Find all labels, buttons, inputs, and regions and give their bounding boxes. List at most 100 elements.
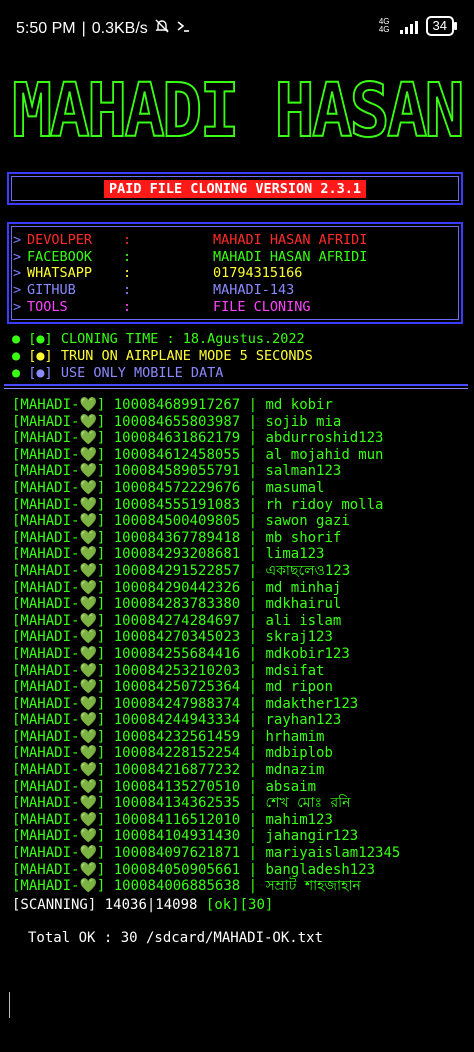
result-tag-close: ] (96, 629, 106, 646)
message-text: USE ONLY MOBILE DATA (60, 365, 224, 381)
result-id: 100084050905661 (113, 861, 241, 878)
green-heart-icon: 💚 (79, 413, 97, 430)
result-name: rayhan123 (265, 712, 342, 729)
result-name: md minhaj (265, 579, 342, 596)
result-tag: [MAHADI- (12, 413, 80, 430)
result-row: [MAHADI-💚] 100084631862179 | abdurroshid… (12, 430, 384, 447)
divider (4, 388, 468, 389)
result-name: শেখ মোঃ রনি (265, 795, 351, 812)
result-row: [MAHADI-💚] 100084134362535 | শেখ মোঃ রনি (12, 795, 351, 812)
result-tag-close: ] (96, 679, 106, 696)
banner-logo: MAHADI HASAN (11, 67, 466, 155)
message-prefix: [●] (28, 365, 53, 381)
arrow-icon: > (13, 282, 22, 298)
result-tag: [MAHADI- (12, 878, 80, 895)
info-key: GITHUB (27, 282, 76, 298)
green-heart-icon: 💚 (79, 845, 97, 862)
result-row: [MAHADI-💚] 100084244943334 | rayhan123 (12, 712, 342, 729)
result-row: [MAHADI-💚] 100084216877232 | mdnazim (12, 762, 325, 779)
result-tag-close: ] (96, 762, 106, 779)
result-name: mdbiplob (265, 745, 333, 762)
result-tag-close: ] (96, 397, 106, 413)
result-name: absaim (265, 778, 317, 795)
info-key: FACEBOOK (27, 249, 93, 265)
result-tag: [MAHADI- (12, 562, 80, 579)
result-row: [MAHADI-💚] 100084293208681 | lima123 (12, 546, 325, 563)
info-value: FILE CLONING (213, 299, 311, 315)
green-heart-icon: 💚 (79, 612, 97, 629)
result-tag-close: ] (96, 463, 106, 480)
result-name: md kobir (265, 397, 333, 413)
message-prefix: [●] (28, 331, 53, 347)
green-heart-icon: 💚 (79, 878, 97, 895)
arrow-icon: > (13, 265, 22, 281)
result-id: 100084290442326 (113, 579, 241, 596)
result-tag-close: ] (96, 413, 106, 430)
result-tag: [MAHADI- (12, 596, 80, 613)
green-heart-icon: 💚 (79, 662, 97, 679)
result-id: 100084135270510 (113, 778, 241, 795)
result-id: 100084293208681 (113, 546, 241, 563)
info-row: > WHATSAPP: 01794315166 (13, 265, 302, 282)
result-id: 100084555191083 (113, 496, 241, 513)
result-tag-close: ] (96, 828, 106, 845)
result-tag-close: ] (96, 529, 106, 546)
result-row: [MAHADI-💚] 100084274284697 | ali islam (12, 612, 342, 629)
result-tag-close: ] (96, 795, 106, 812)
green-heart-icon: 💚 (79, 762, 97, 779)
info-key: TOOLS (27, 299, 68, 315)
result-row: [MAHADI-💚] 100084228152254 | mdbiplob (12, 745, 333, 762)
green-heart-icon: 💚 (79, 579, 97, 596)
result-row: [MAHADI-💚] 100084689917267 | md kobir (12, 397, 333, 413)
status-bar: 5:50 PM | 0.3KB/s 4G 4G 34 (0, 0, 474, 54)
result-row: [MAHADI-💚] 100084250725364 | md ripon (12, 679, 333, 696)
info-row: > TOOLS: FILE CLONING (13, 299, 311, 316)
arrow-icon: > (13, 232, 22, 248)
green-heart-icon: 💚 (79, 513, 97, 530)
terminal-cursor[interactable] (9, 992, 10, 1018)
result-tag: [MAHADI- (12, 762, 80, 779)
info-colon: : (123, 265, 132, 281)
result-name: mariyaislam12345 (265, 845, 401, 862)
result-name: mahim123 (265, 811, 333, 828)
result-row: [MAHADI-💚] 100084291522857 | একাছলেও123 (12, 562, 351, 579)
result-tag: [MAHADI- (12, 811, 80, 828)
result-tag: [MAHADI- (12, 546, 80, 563)
result-row: [MAHADI-💚] 100084232561459 | hrhamim (12, 728, 325, 745)
green-heart-icon: 💚 (79, 861, 97, 878)
results-list: [MAHADI-💚] 100084689917267 | md kobir [MA… (12, 397, 400, 895)
result-tag: [MAHADI- (12, 496, 80, 513)
result-tag: [MAHADI- (12, 513, 80, 530)
result-id: 100084228152254 (113, 745, 241, 762)
result-tag: [MAHADI- (12, 845, 80, 862)
green-heart-icon: 💚 (79, 479, 97, 496)
result-id: 100084274284697 (113, 612, 241, 629)
arrow-icon: > (13, 299, 22, 315)
info-row: > FACEBOOK: MAHADI HASAN AFRIDI (13, 249, 367, 266)
result-tag-close: ] (96, 728, 106, 745)
result-row: [MAHADI-💚] 100084104931430 | jahangir123 (12, 828, 359, 845)
info-box: > DEVOLPER: MAHADI HASAN AFRIDI > FACEBOOK: M… (7, 222, 463, 324)
result-name: mdsifat (265, 662, 325, 679)
result-row: [MAHADI-💚] 100084247988374 | mdakther123 (12, 695, 359, 712)
result-row: [MAHADI-💚] 100084555191083 | rh ridoy mo… (12, 496, 384, 513)
green-heart-icon: 💚 (79, 795, 97, 812)
result-name: sojib mia (265, 413, 342, 430)
network-sub-label: 4G (378, 25, 390, 34)
result-row: [MAHADI-💚] 100084612458055 | al mojahid … (12, 446, 384, 463)
result-tag-close: ] (96, 662, 106, 679)
result-tag: [MAHADI- (12, 397, 80, 413)
green-heart-icon: 💚 (79, 463, 97, 480)
info-key: WHATSAPP (27, 265, 93, 281)
result-tag: [MAHADI- (12, 861, 80, 878)
green-heart-icon: 💚 (79, 728, 97, 745)
result-tag: [MAHADI- (12, 463, 80, 480)
result-tag-close: ] (96, 596, 106, 613)
result-id: 100084631862179 (113, 430, 241, 447)
bullet-icon: ● (12, 331, 21, 347)
info-value: MAHADI HASAN AFRIDI (213, 249, 368, 265)
message-line: ● [●] USE ONLY MOBILE DATA (12, 365, 223, 382)
result-id: 100084500409805 (113, 513, 241, 530)
result-row: [MAHADI-💚] 100084116512010 | mahim123 (12, 811, 333, 828)
result-tag-close: ] (96, 579, 106, 596)
